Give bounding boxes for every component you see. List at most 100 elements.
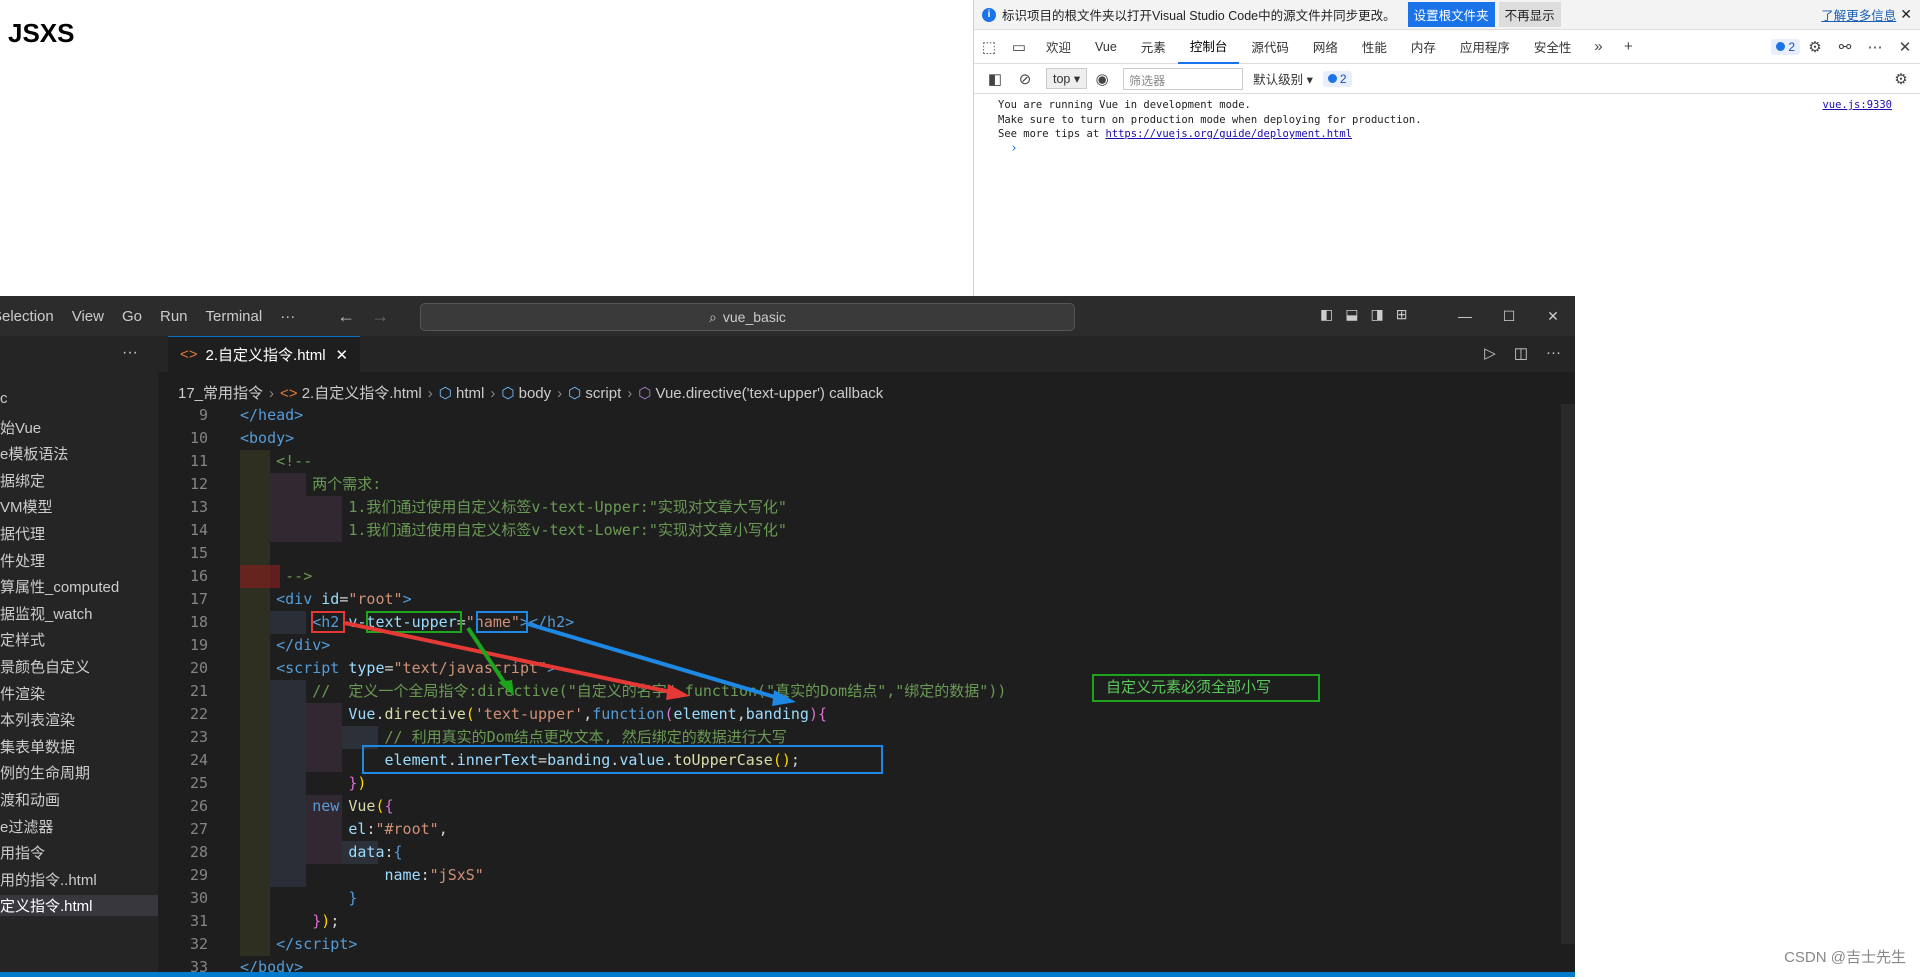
deployment-link[interactable]: https://vuejs.org/guide/deployment.html xyxy=(1105,128,1352,140)
device-toggle-icon[interactable]: ▭ xyxy=(1004,32,1034,62)
sidebar-file-item[interactable]: VM模型 xyxy=(0,496,53,517)
sidebar-file-item[interactable]: 算属性_computed xyxy=(0,576,119,597)
code-line: } xyxy=(348,889,358,907)
line-number: 30 xyxy=(189,889,208,907)
code-line: </head> xyxy=(240,406,304,424)
filter-input[interactable]: 筛选器 xyxy=(1123,67,1244,90)
sidebar-file-item[interactable]: 渡和动画 xyxy=(0,789,60,810)
menu-view[interactable]: View xyxy=(72,308,104,325)
toggle-sidebar-icon[interactable]: ◧ xyxy=(1320,306,1333,323)
sidebar-file-item[interactable]: 本列表渲染 xyxy=(0,709,75,730)
forward-icon[interactable]: → xyxy=(371,306,389,327)
breadcrumb-item[interactable]: script xyxy=(585,385,621,402)
menu-more[interactable]: ··· xyxy=(280,308,295,325)
menu-run[interactable]: Run xyxy=(160,308,188,325)
connection-icon[interactable]: ⚯ xyxy=(1830,32,1860,62)
close-tab-icon[interactable]: ✕ xyxy=(336,346,349,364)
sidebar-file-item[interactable]: 用的指令..html xyxy=(0,869,97,890)
minimap[interactable] xyxy=(1445,404,1565,474)
sidebar-file-item[interactable]: 例的生命周期 xyxy=(0,762,90,783)
back-icon[interactable]: ← xyxy=(337,306,355,327)
breadcrumb-item[interactable]: body xyxy=(519,385,552,402)
sidebar-file-item[interactable]: e模板语法 xyxy=(0,443,68,464)
customize-layout-icon[interactable]: ⊞ xyxy=(1396,306,1408,323)
close-devtools-icon[interactable]: ✕ xyxy=(1890,32,1920,62)
breadcrumb-item[interactable]: 2.自定义指令.html xyxy=(302,385,422,402)
code-line: // 定义一个全局指令:directive("自定义的名字",function(… xyxy=(240,682,1007,700)
source-link[interactable]: vue.js:9330 xyxy=(1822,98,1892,113)
breadcrumb-item[interactable]: Vue.directive('text-upper') callback xyxy=(656,385,884,402)
tab-application[interactable]: 应用程序 xyxy=(1448,30,1522,64)
tab-elements[interactable]: 元素 xyxy=(1129,30,1178,64)
devtools-panel: i 标识项目的根文件夹以打开Visual Studio Code中的源文件并同步… xyxy=(973,0,1920,297)
console-prompt[interactable]: › xyxy=(998,141,1896,157)
console-settings-icon[interactable]: ⚙ xyxy=(1886,64,1916,94)
maximize-icon[interactable]: ☐ xyxy=(1487,308,1531,325)
line-number: 28 xyxy=(189,843,208,861)
close-icon[interactable]: ✕ xyxy=(1900,6,1912,23)
eye-icon[interactable]: ◉ xyxy=(1087,64,1117,94)
learn-more-link[interactable]: 了解更多信息 xyxy=(1821,5,1896,24)
window-controls: — ☐ ✕ xyxy=(1443,296,1575,336)
split-editor-icon[interactable]: ◫ xyxy=(1514,344,1528,362)
chevron-right-icon: › xyxy=(627,385,633,402)
h2-highlight-box xyxy=(311,611,345,633)
tab-welcome[interactable]: 欢迎 xyxy=(1034,30,1083,64)
sidebar-file-item[interactable]: c xyxy=(0,390,8,407)
tab-performance[interactable]: 性能 xyxy=(1350,30,1399,64)
tab-memory[interactable]: 内存 xyxy=(1399,30,1448,64)
run-icon[interactable]: ▷ xyxy=(1484,344,1496,362)
vertical-scrollbar[interactable] xyxy=(1561,404,1575,944)
sidebar-file-item[interactable]: 件处理 xyxy=(0,550,45,571)
sidebar-toggle-icon[interactable]: ◧ xyxy=(980,64,1010,94)
more-actions-icon[interactable]: ··· xyxy=(122,344,138,362)
tab-security[interactable]: 安全性 xyxy=(1522,30,1584,64)
inspect-icon[interactable]: ⬚ xyxy=(974,32,1004,62)
sidebar-file-item[interactable]: 据代理 xyxy=(0,523,45,544)
more-tabs-icon[interactable]: » xyxy=(1583,32,1613,62)
issues-badge[interactable]: 2 xyxy=(1771,38,1800,55)
sidebar-file-item[interactable]: 景颜色自定义 xyxy=(0,656,90,677)
clear-console-icon[interactable]: ⊘ xyxy=(1010,64,1040,94)
tab-sources[interactable]: 源代码 xyxy=(1239,30,1301,64)
console-line-text: See more tips at xyxy=(998,128,1106,140)
level-select[interactable]: 默认级别 ▾ xyxy=(1253,69,1313,88)
more-options-icon[interactable]: ⋯ xyxy=(1860,32,1890,62)
code-line: name:"jSxS" xyxy=(384,866,484,884)
sidebar-file-item[interactable]: e过滤器 xyxy=(0,816,53,837)
page-heading: JSXS xyxy=(8,18,75,48)
gear-icon[interactable]: ⚙ xyxy=(1800,32,1830,62)
sidebar-file-item[interactable]: 据绑定 xyxy=(0,470,45,491)
toggle-panel-icon[interactable]: ⬓ xyxy=(1345,306,1358,323)
toggle-secondary-sidebar-icon[interactable]: ◨ xyxy=(1370,306,1383,323)
menu-go[interactable]: Go xyxy=(122,308,142,325)
sidebar-file-item[interactable]: 用指令 xyxy=(0,842,45,863)
tab-vue[interactable]: Vue xyxy=(1083,30,1129,64)
breadcrumb-item[interactable]: html xyxy=(456,385,484,402)
menu-terminal[interactable]: Terminal xyxy=(206,308,263,325)
sidebar-file-item[interactable]: 据监视_watch xyxy=(0,603,93,624)
sidebar-file-item[interactable]: 定义指令.html xyxy=(0,895,158,917)
context-select[interactable]: top ▾ xyxy=(1046,68,1088,89)
sidebar-file-item[interactable]: 定样式 xyxy=(0,629,45,650)
more-editor-actions-icon[interactable]: ··· xyxy=(1546,344,1561,362)
add-tab-icon[interactable]: + xyxy=(1613,32,1643,62)
sidebar-file-item[interactable]: 件渲染 xyxy=(0,683,45,704)
console-issues-badge[interactable]: 2 xyxy=(1322,70,1352,87)
set-root-folder-button[interactable]: 设置根文件夹 xyxy=(1407,2,1495,27)
line-number: 24 xyxy=(189,751,208,769)
tab-network[interactable]: 网络 xyxy=(1301,30,1350,64)
close-window-icon[interactable]: ✕ xyxy=(1531,308,1575,325)
command-center-search[interactable]: ⌕ vue_basic xyxy=(420,303,1075,331)
line-number: 26 xyxy=(189,797,208,815)
minimize-icon[interactable]: — xyxy=(1443,308,1487,324)
code-line: 1.我们通过使用自定义标签v-text-Upper:"实现对文章大写化" xyxy=(240,498,787,516)
editor-tab[interactable]: <> 2.自定义指令.html ✕ xyxy=(168,336,361,372)
menu-bar: Selection View Go Run Terminal ··· xyxy=(0,308,313,325)
sidebar-file-item[interactable]: 始Vue xyxy=(0,417,41,438)
sidebar-file-item[interactable]: 集表单数据 xyxy=(0,736,75,757)
breadcrumb-item[interactable]: 17_常用指令 xyxy=(178,385,263,402)
menu-selection[interactable]: Selection xyxy=(0,308,54,325)
dont-show-again-button[interactable]: 不再显示 xyxy=(1498,2,1561,27)
tab-console[interactable]: 控制台 xyxy=(1177,30,1240,64)
